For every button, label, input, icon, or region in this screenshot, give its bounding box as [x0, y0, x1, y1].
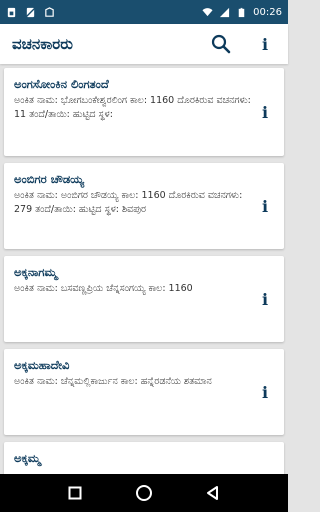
search-button[interactable] [210, 33, 232, 55]
app-actions: i [210, 33, 276, 55]
status-bar: 00:26 [0, 0, 288, 24]
notification-icon [45, 6, 54, 17]
search-icon [211, 34, 231, 54]
poet-list: ಅಂಗಸೋಂಕಿನ ಲಿಂಗತಂದೆ ಅಂಕಿತ ನಾಮ: ಭೋಗಬಂಕೇಶ್ವ… [0, 64, 288, 474]
home-button[interactable] [134, 483, 154, 503]
poet-info-button[interactable]: i [254, 288, 276, 310]
app-bar: ವಚನಕಾರರು i [0, 24, 288, 64]
poet-details: ಅಂಕಿತ ನಾಮ: ಅಂಬಿಗರ ಚೌಡಯ್ಯ ಕಾಲ: 1160 ದೊರಕಿ… [14, 190, 243, 215]
battery-icon [238, 7, 245, 17]
list-item[interactable]: ಅಕ್ಕನಾಗಮ್ಮ ಅಂಕಿತ ನಾಮ: ಬಸವಣ್ಣಪ್ರಿಯ ಚೆನ್ನಸ… [4, 256, 284, 342]
status-left [6, 6, 55, 18]
info-icon: i [261, 382, 269, 402]
poet-info-button[interactable]: i [254, 195, 276, 217]
no-sim-icon [25, 6, 36, 18]
list-item[interactable]: ಅಂಬಿಗರ ಚೌಡಯ್ಯ ಅಂಕಿತ ನಾಮ: ಅಂಬಿಗರ ಚೌಡಯ್ಯ ಕ… [4, 163, 284, 249]
navigation-bar [0, 474, 288, 512]
status-time: 00:26 [253, 6, 282, 18]
poet-info-button[interactable]: i [254, 381, 276, 403]
poet-name: ಅಂಗಸೋಂಕಿನ ಲಿಂಗತಂದೆ [14, 77, 109, 91]
poet-name: ಅಕ್ಕಮಹಾದೇವಿ [14, 358, 70, 372]
recents-button[interactable] [65, 483, 85, 503]
poet-name: ಅಕ್ಕಮ್ಮ [14, 451, 41, 465]
poet-details: ಅಂಕಿತ ನಾಮ: ಬಸವಣ್ಣಪ್ರಿಯ ಚೆನ್ನಸಂಗಯ್ಯ ಕಾಲ: … [14, 283, 193, 294]
poet-name: ಅಕ್ಕನಾಗಮ್ಮ [14, 265, 58, 279]
info-icon: i [261, 196, 269, 216]
poet-details: ಅಂಕಿತ ನಾಮ: ಭೋಗಬಂಕೇಶ್ವರಲಿಂಗ ಕಾಲ: 1160 ದೊರ… [14, 95, 251, 120]
info-button[interactable]: i [254, 33, 276, 55]
info-icon: i [261, 34, 269, 54]
home-icon [135, 485, 152, 501]
poet-info-button[interactable]: i [254, 101, 276, 123]
list-item[interactable]: ಅಂಗಸೋಂಕಿನ ಲಿಂಗತಂದೆ ಅಂಕಿತ ನಾಮ: ಭೋಗಬಂಕೇಶ್ವ… [4, 68, 284, 156]
poet-name: ಅಂಬಿಗರ ಚೌಡಯ್ಯ [14, 172, 85, 186]
poet-details: ಅಂಕಿತ ನಾಮ: ಚೆನ್ನಮಲ್ಲಿಕಾರ್ಜುನ ಕಾಲ: ಹನ್ನೆರ… [14, 376, 212, 387]
info-icon: i [261, 289, 269, 309]
list-item[interactable]: ಅಕ್ಕಮ್ಮ [4, 442, 284, 474]
list-item[interactable]: ಅಕ್ಕಮಹಾದೇವಿ ಅಂಕಿತ ನಾಮ: ಚೆನ್ನಮಲ್ಲಿಕಾರ್ಜುನ… [4, 349, 284, 435]
sim-icon [7, 7, 16, 17]
status-right: 00:26 [202, 7, 282, 18]
back-icon [207, 486, 219, 500]
wifi-icon [202, 7, 213, 16]
recents-icon [68, 486, 82, 500]
back-button[interactable] [203, 483, 223, 503]
page-title: ವಚನಕಾರರು [12, 35, 73, 53]
signal-icon [220, 7, 230, 17]
info-icon: i [261, 102, 269, 122]
